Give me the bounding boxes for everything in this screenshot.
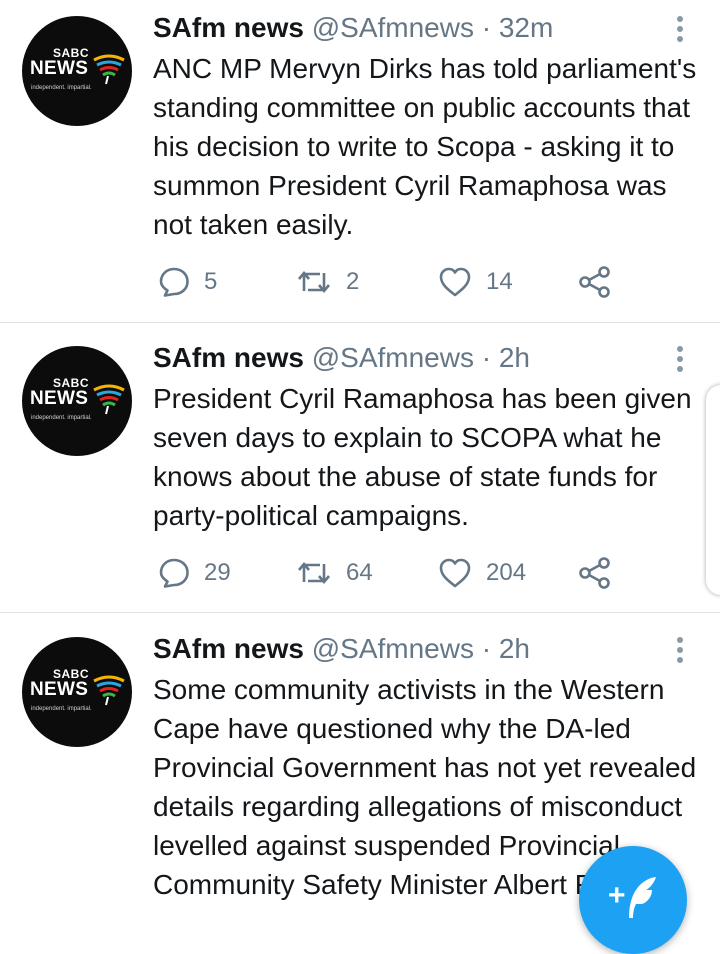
avatar[interactable]: SABC NEWS independent. impartial. [22, 16, 132, 126]
tweet-header: SAfm news @SAfmnews · 32m [153, 10, 553, 46]
compose-feather-icon [629, 877, 656, 918]
compose-tweet-button[interactable]: + [579, 846, 687, 954]
display-name[interactable]: SAfm news [153, 12, 304, 43]
broadcast-waves-icon [93, 675, 125, 706]
retweet-icon [298, 561, 330, 585]
tweet-header: SAfm news @SAfmnews · 2h [153, 340, 530, 376]
more-vertical-icon[interactable] [672, 345, 688, 373]
like-button[interactable]: 14 [438, 262, 513, 302]
timestamp[interactable]: 32m [499, 12, 553, 43]
retweet-count: 64 [346, 559, 373, 586]
more-vertical-icon[interactable] [672, 15, 688, 43]
avatar-tagline: independent. impartial. [31, 85, 92, 91]
tweet-header: SAfm news @SAfmnews · 2h [153, 631, 530, 667]
tweet[interactable]: SABC NEWS independent. impartial. SAfm n… [0, 0, 720, 322]
reply-button[interactable]: 5 [158, 262, 217, 302]
tweet-actions: 5 2 14 [0, 262, 720, 302]
avatar[interactable]: SABC NEWS independent. impartial. [22, 637, 132, 747]
broadcast-waves-icon [93, 54, 125, 85]
separator: · [481, 342, 492, 373]
heart-icon [439, 267, 471, 297]
display-name[interactable]: SAfm news [153, 633, 304, 664]
tweet-text: ANC MP Mervyn Dirks has told parliament'… [153, 53, 697, 240]
display-name[interactable]: SAfm news [153, 342, 304, 373]
heart-icon [439, 558, 471, 588]
share-button[interactable] [578, 553, 612, 593]
handle[interactable]: @SAfmnews [312, 633, 474, 664]
like-button[interactable]: 204 [438, 553, 526, 593]
divider [0, 322, 720, 323]
share-icon [579, 266, 610, 298]
handle[interactable]: @SAfmnews [312, 12, 474, 43]
reply-count: 29 [204, 559, 231, 586]
reply-icon [159, 267, 189, 297]
avatar-news-text: NEWS [30, 679, 89, 700]
more-vertical-icon[interactable] [672, 636, 688, 664]
retweet-icon [298, 270, 330, 294]
share-button[interactable] [578, 262, 612, 302]
avatar-tagline: independent. impartial. [31, 415, 92, 421]
side-scroll-handle[interactable] [706, 385, 720, 595]
plus-icon: + [608, 879, 626, 912]
retweet-button[interactable]: 64 [296, 553, 373, 593]
divider [0, 612, 720, 613]
broadcast-waves-icon [93, 384, 125, 415]
avatar-news-text: NEWS [30, 388, 89, 409]
avatar-tagline: independent. impartial. [31, 706, 92, 712]
share-icon [579, 557, 610, 589]
retweet-button[interactable]: 2 [296, 262, 359, 302]
timestamp[interactable]: 2h [499, 633, 530, 664]
like-count: 204 [486, 559, 527, 586]
avatar[interactable]: SABC NEWS independent. impartial. [22, 346, 132, 456]
like-count: 14 [486, 268, 513, 295]
reply-icon [159, 558, 189, 588]
timestamp[interactable]: 2h [499, 342, 530, 373]
tweet-actions: 29 64 204 [0, 553, 720, 593]
reply-button[interactable]: 29 [158, 553, 231, 593]
retweet-count: 2 [346, 268, 360, 295]
separator: · [481, 12, 492, 43]
reply-count: 5 [204, 268, 218, 295]
tweet-text: President Cyril Ramaphosa has been given… [153, 383, 692, 531]
tweet[interactable]: SABC NEWS independent. impartial. SAfm n… [0, 330, 720, 612]
handle[interactable]: @SAfmnews [312, 342, 474, 373]
separator: · [481, 633, 492, 664]
avatar-news-text: NEWS [30, 58, 89, 79]
